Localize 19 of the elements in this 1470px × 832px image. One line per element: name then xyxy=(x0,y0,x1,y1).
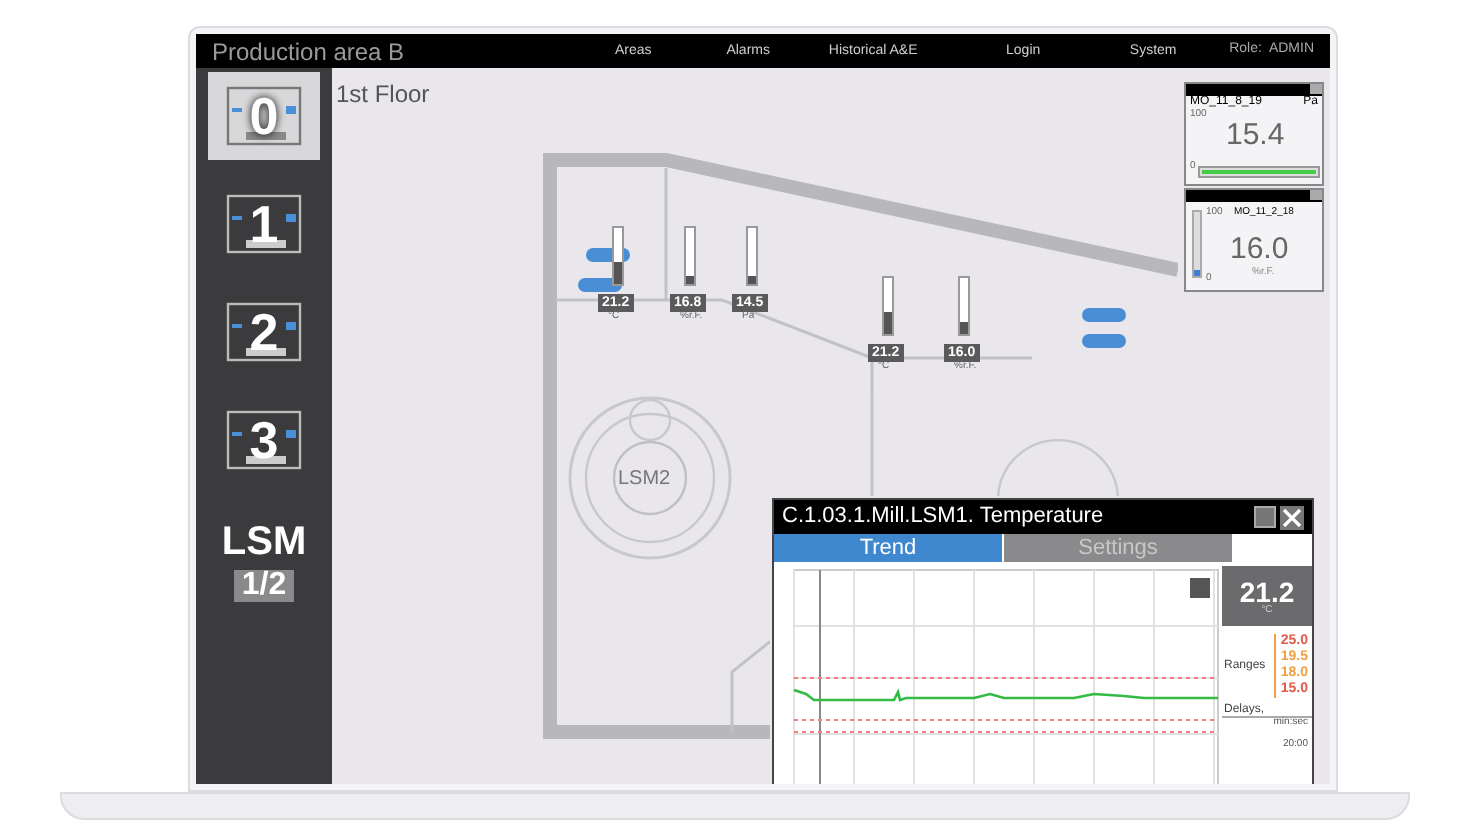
tab[interactable]: Trend xyxy=(774,534,1002,562)
app-title: Production area B xyxy=(212,39,407,63)
widget-value: 15.4 xyxy=(1226,120,1285,150)
close-icon[interactable] xyxy=(1280,505,1304,529)
machine-label: LSM2 xyxy=(618,466,671,494)
floor-plan-icon xyxy=(226,194,302,254)
floor-plan-icon xyxy=(226,302,302,362)
window-title: C.1.03.1.Mill.LSM1. Temperature xyxy=(782,506,1106,528)
widget-value: 16.0 xyxy=(1230,234,1289,264)
floor-plan-icon xyxy=(226,86,302,146)
floor-title: 1st Floor xyxy=(336,78,430,112)
widget-button[interactable] xyxy=(1310,190,1322,200)
widget-button[interactable] xyxy=(1310,84,1322,94)
current-value: 21.2 xyxy=(1239,577,1295,605)
floor-button[interactable]: 2 xyxy=(208,288,320,376)
floor-button[interactable]: 1 xyxy=(208,180,320,268)
floor-plan-icon xyxy=(226,410,302,470)
floor-button[interactable]: LSM 1/2 xyxy=(208,504,320,620)
floor-button[interactable]: 3 xyxy=(208,396,320,484)
